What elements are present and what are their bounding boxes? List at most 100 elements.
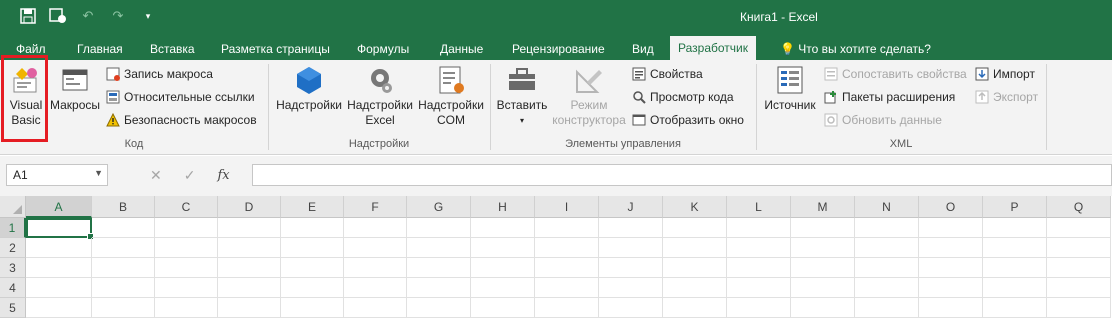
cell[interactable] — [791, 278, 855, 298]
refresh-data-button[interactable]: Обновить данные — [824, 110, 942, 130]
cancel-icon[interactable]: ✕ — [150, 167, 162, 184]
cell[interactable] — [218, 218, 281, 238]
cell[interactable] — [599, 278, 663, 298]
com-addins-button[interactable]: Надстройки COM — [416, 64, 486, 128]
cell[interactable] — [599, 298, 663, 318]
cell[interactable] — [535, 298, 599, 318]
cell[interactable] — [663, 218, 727, 238]
view-code-button[interactable]: Просмотр кода — [632, 87, 734, 107]
cell[interactable] — [919, 278, 983, 298]
undo-icon[interactable]: ↶ — [78, 6, 98, 26]
cell[interactable] — [344, 238, 407, 258]
cell[interactable] — [471, 298, 535, 318]
cell[interactable] — [855, 278, 919, 298]
cell[interactable] — [1047, 298, 1111, 318]
cell[interactable] — [599, 238, 663, 258]
column-header[interactable]: O — [919, 196, 983, 218]
enter-icon[interactable]: ✓ — [184, 167, 196, 184]
cell[interactable] — [791, 238, 855, 258]
cell[interactable] — [1047, 278, 1111, 298]
formula-input[interactable] — [252, 164, 1112, 186]
cell[interactable] — [281, 278, 344, 298]
cell[interactable] — [791, 258, 855, 278]
active-cell[interactable] — [26, 218, 94, 240]
cell[interactable] — [344, 298, 407, 318]
cell[interactable] — [791, 298, 855, 318]
cell[interactable] — [155, 238, 218, 258]
column-header[interactable]: L — [727, 196, 791, 218]
cell[interactable] — [407, 218, 471, 238]
cell[interactable] — [855, 298, 919, 318]
cell[interactable] — [281, 258, 344, 278]
cell[interactable] — [407, 278, 471, 298]
cell[interactable] — [471, 238, 535, 258]
cell[interactable] — [92, 298, 155, 318]
cell[interactable] — [218, 298, 281, 318]
tell-me-search[interactable]: 💡 Что вы хотите сделать? — [780, 39, 931, 60]
name-box[interactable]: A1 ▼ — [6, 164, 108, 186]
addins-button[interactable]: Надстройки — [274, 64, 344, 113]
record-macro-button[interactable]: Запись макроса — [106, 64, 213, 84]
cell[interactable] — [919, 298, 983, 318]
column-header[interactable]: Q — [1047, 196, 1111, 218]
customize-qat-icon[interactable]: ▾ — [138, 6, 158, 26]
insert-control-button[interactable]: Вставить ▾ — [494, 64, 550, 128]
cell[interactable] — [155, 258, 218, 278]
cell[interactable] — [919, 238, 983, 258]
cell[interactable] — [407, 238, 471, 258]
cell[interactable] — [344, 258, 407, 278]
cell[interactable] — [26, 258, 92, 278]
cell[interactable] — [471, 218, 535, 238]
column-header[interactable]: J — [599, 196, 663, 218]
cell[interactable] — [855, 258, 919, 278]
cell[interactable] — [791, 218, 855, 238]
run-dialog-button[interactable]: Отобразить окно — [632, 110, 744, 130]
insert-function-icon[interactable]: fx — [217, 168, 229, 183]
tab-home[interactable]: Главная — [77, 39, 123, 60]
cell[interactable] — [218, 238, 281, 258]
cell[interactable] — [535, 238, 599, 258]
cell[interactable] — [155, 218, 218, 238]
cell[interactable] — [727, 258, 791, 278]
macros-button[interactable]: Макросы — [48, 64, 102, 113]
chevron-down-icon[interactable]: ▼ — [94, 168, 103, 178]
cell[interactable] — [471, 278, 535, 298]
cell[interactable] — [663, 238, 727, 258]
select-all-corner[interactable] — [0, 196, 26, 218]
tab-page-layout[interactable]: Разметка страницы — [221, 39, 330, 60]
tab-data[interactable]: Данные — [440, 39, 483, 60]
cell[interactable] — [535, 218, 599, 238]
cell[interactable] — [727, 218, 791, 238]
excel-addins-button[interactable]: Надстройки Excel — [345, 64, 415, 128]
row-header[interactable]: 5 — [0, 298, 26, 318]
column-header[interactable]: M — [791, 196, 855, 218]
column-header[interactable]: G — [407, 196, 471, 218]
cell[interactable] — [92, 258, 155, 278]
cell[interactable] — [599, 218, 663, 238]
cell[interactable] — [281, 218, 344, 238]
row-header[interactable]: 2 — [0, 238, 26, 258]
cell[interactable] — [92, 278, 155, 298]
column-header[interactable]: I — [535, 196, 599, 218]
column-header[interactable]: A — [26, 196, 92, 218]
cell[interactable] — [471, 258, 535, 278]
xml-source-button[interactable]: Источник — [760, 64, 820, 113]
cell[interactable] — [218, 258, 281, 278]
cell[interactable] — [663, 278, 727, 298]
row-header[interactable]: 4 — [0, 278, 26, 298]
cell[interactable] — [663, 258, 727, 278]
cell[interactable] — [983, 258, 1047, 278]
cell[interactable] — [599, 258, 663, 278]
row-header[interactable]: 3 — [0, 258, 26, 278]
row-header[interactable]: 1 — [0, 218, 26, 238]
expansion-packs-button[interactable]: Пакеты расширения — [824, 87, 955, 107]
cell[interactable] — [344, 278, 407, 298]
tab-insert[interactable]: Вставка — [150, 39, 195, 60]
tab-developer[interactable]: Разработчик — [670, 36, 756, 60]
tab-review[interactable]: Рецензирование — [512, 39, 605, 60]
column-header[interactable]: N — [855, 196, 919, 218]
cell[interactable] — [727, 278, 791, 298]
autosave-icon[interactable] — [48, 6, 68, 26]
cell[interactable] — [281, 298, 344, 318]
cell[interactable] — [919, 258, 983, 278]
